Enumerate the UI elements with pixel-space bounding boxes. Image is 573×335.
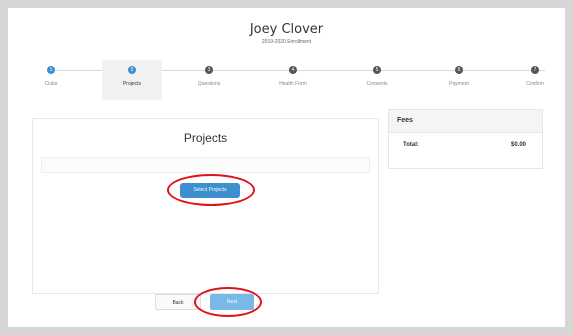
enrollment-subtitle: 2019-2020 Enrollment <box>261 39 312 45</box>
fees-title: Fees <box>389 110 542 133</box>
step-2-circle: 2 <box>128 66 136 74</box>
projects-title: Projects <box>183 131 228 145</box>
header: Joey Clover 2019-2020 Enrollment <box>8 22 565 45</box>
step-label: Health Form <box>279 81 307 87</box>
step-questions[interactable]: 3 Questions <box>179 60 239 100</box>
step-payment[interactable]: 6 Payment <box>429 60 489 100</box>
step-label: Payment <box>449 81 469 87</box>
step-confirm[interactable]: 7 Confirm <box>505 60 565 100</box>
step-projects[interactable]: 2 Projects <box>102 60 162 100</box>
step-label: Confirm <box>526 81 544 87</box>
step-3-circle: 3 <box>205 66 213 74</box>
progress-stepper: 1 Clubs 2 Projects 3 Questions 4 Health … <box>8 60 565 100</box>
step-7-circle: 7 <box>531 66 539 74</box>
step-label: Clubs <box>44 81 58 87</box>
step-health-form[interactable]: 4 Health Form <box>263 60 323 100</box>
step-1-circle: 1 <box>47 66 55 74</box>
projects-panel: Projects Select Projects <box>32 118 379 294</box>
step-consents[interactable]: 5 Consents <box>347 60 407 100</box>
enrollment-page: Joey Clover 2019-2020 Enrollment 1 Clubs… <box>8 8 565 327</box>
fees-total-label: Total: <box>403 142 419 148</box>
highlight-annotation <box>167 174 255 206</box>
step-clubs[interactable]: 1 Clubs <box>21 60 81 100</box>
step-4-circle: 4 <box>289 66 297 74</box>
step-label: Consents <box>366 81 388 87</box>
step-label: Projects <box>122 81 142 87</box>
student-name: Joey Clover <box>249 22 324 37</box>
fees-total-value: $0.00 <box>510 142 526 148</box>
step-5-circle: 5 <box>373 66 381 74</box>
projects-list <box>41 157 370 173</box>
step-6-circle: 6 <box>455 66 463 74</box>
highlight-annotation <box>194 287 262 317</box>
step-label: Questions <box>197 81 221 87</box>
fees-total-row: Total: $0.00 <box>389 133 542 157</box>
fees-panel: Fees Total: $0.00 <box>388 109 543 169</box>
